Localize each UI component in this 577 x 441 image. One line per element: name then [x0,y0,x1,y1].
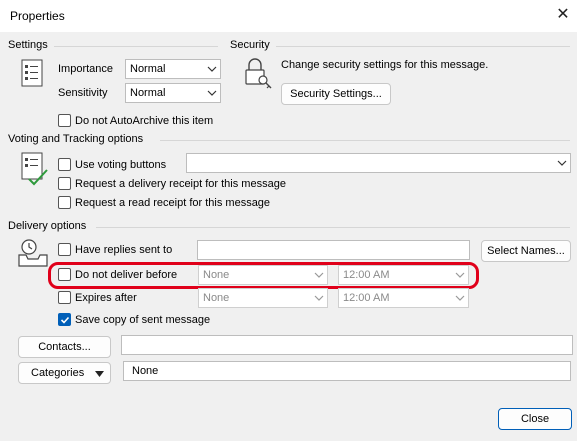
delivery-group-label: Delivery options [8,220,87,232]
dialog-title: Properties [10,9,65,23]
expires-date-value: None [203,292,230,304]
voting-group-label: Voting and Tracking options [8,133,144,145]
use-voting-checkbox[interactable] [58,158,71,171]
have-replies-label: Have replies sent to [75,244,173,256]
chevron-down-icon [314,272,324,278]
voting-divider [160,140,570,141]
delivery-clock-tray-icon [18,239,48,267]
voting-checklist-icon [21,152,48,186]
lock-key-icon [245,58,272,89]
contacts-input[interactable] [121,335,573,355]
delivery-divider [96,227,570,228]
importance-select[interactable]: Normal [125,59,221,79]
do-not-deliver-time-value: 12:00 AM [343,269,390,281]
expires-date-select[interactable]: None [198,288,328,308]
close-window-icon[interactable]: ✕ [551,4,575,26]
have-replies-checkbox[interactable] [58,243,71,256]
read-receipt-label: Request a read receipt for this message [75,197,271,209]
chevron-down-icon [557,160,567,166]
delivery-receipt-checkbox[interactable] [58,177,71,190]
chevron-down-icon [207,90,217,96]
title-bar [0,0,577,32]
expires-checkbox[interactable] [58,291,71,304]
sensitivity-label: Sensitivity [58,87,108,99]
do-not-deliver-time-select[interactable]: 12:00 AM [338,265,469,285]
read-receipt-checkbox[interactable] [58,196,71,209]
delivery-receipt-label: Request a delivery receipt for this mess… [75,178,286,190]
security-divider [276,46,570,47]
expires-time-value: 12:00 AM [343,292,390,304]
do-not-deliver-date-select[interactable]: None [198,265,328,285]
importance-label: Importance [58,63,114,75]
have-replies-input[interactable] [197,240,470,260]
chevron-down-icon [455,295,465,301]
autoarchive-label: Do not AutoArchive this item [75,115,214,127]
contacts-button[interactable]: Contacts... [18,336,111,358]
close-button[interactable]: Close [498,408,572,430]
checkmark-icon [60,316,70,324]
security-settings-button[interactable]: Security Settings... [281,83,391,105]
sensitivity-select[interactable]: Normal [125,83,221,103]
settings-group-label: Settings [8,39,48,51]
categories-button-label: Categories [31,367,85,379]
categories-button[interactable]: Categories [18,362,111,384]
select-names-button[interactable]: Select Names... [481,240,571,262]
settings-divider [54,46,218,47]
importance-value: Normal [130,63,166,75]
dropdown-arrow-icon [95,371,104,377]
security-group-label: Security [230,39,270,51]
security-description: Change security settings for this messag… [281,59,489,71]
use-voting-label: Use voting buttons [75,159,167,171]
voting-buttons-select[interactable] [186,153,571,173]
chevron-down-icon [314,295,324,301]
chevron-down-icon [455,272,465,278]
save-copy-label: Save copy of sent message [75,314,211,326]
expires-label: Expires after [75,292,137,304]
save-copy-checkbox[interactable] [58,313,71,326]
do-not-deliver-date-value: None [203,269,230,281]
do-not-deliver-checkbox[interactable] [58,268,71,281]
expires-time-select[interactable]: 12:00 AM [338,288,469,308]
sensitivity-value: Normal [130,87,166,99]
do-not-deliver-label: Do not deliver before [75,269,178,281]
autoarchive-checkbox[interactable] [58,114,71,127]
categories-input[interactable]: None [123,361,571,381]
chevron-down-icon [207,66,217,72]
settings-list-icon [21,59,43,87]
